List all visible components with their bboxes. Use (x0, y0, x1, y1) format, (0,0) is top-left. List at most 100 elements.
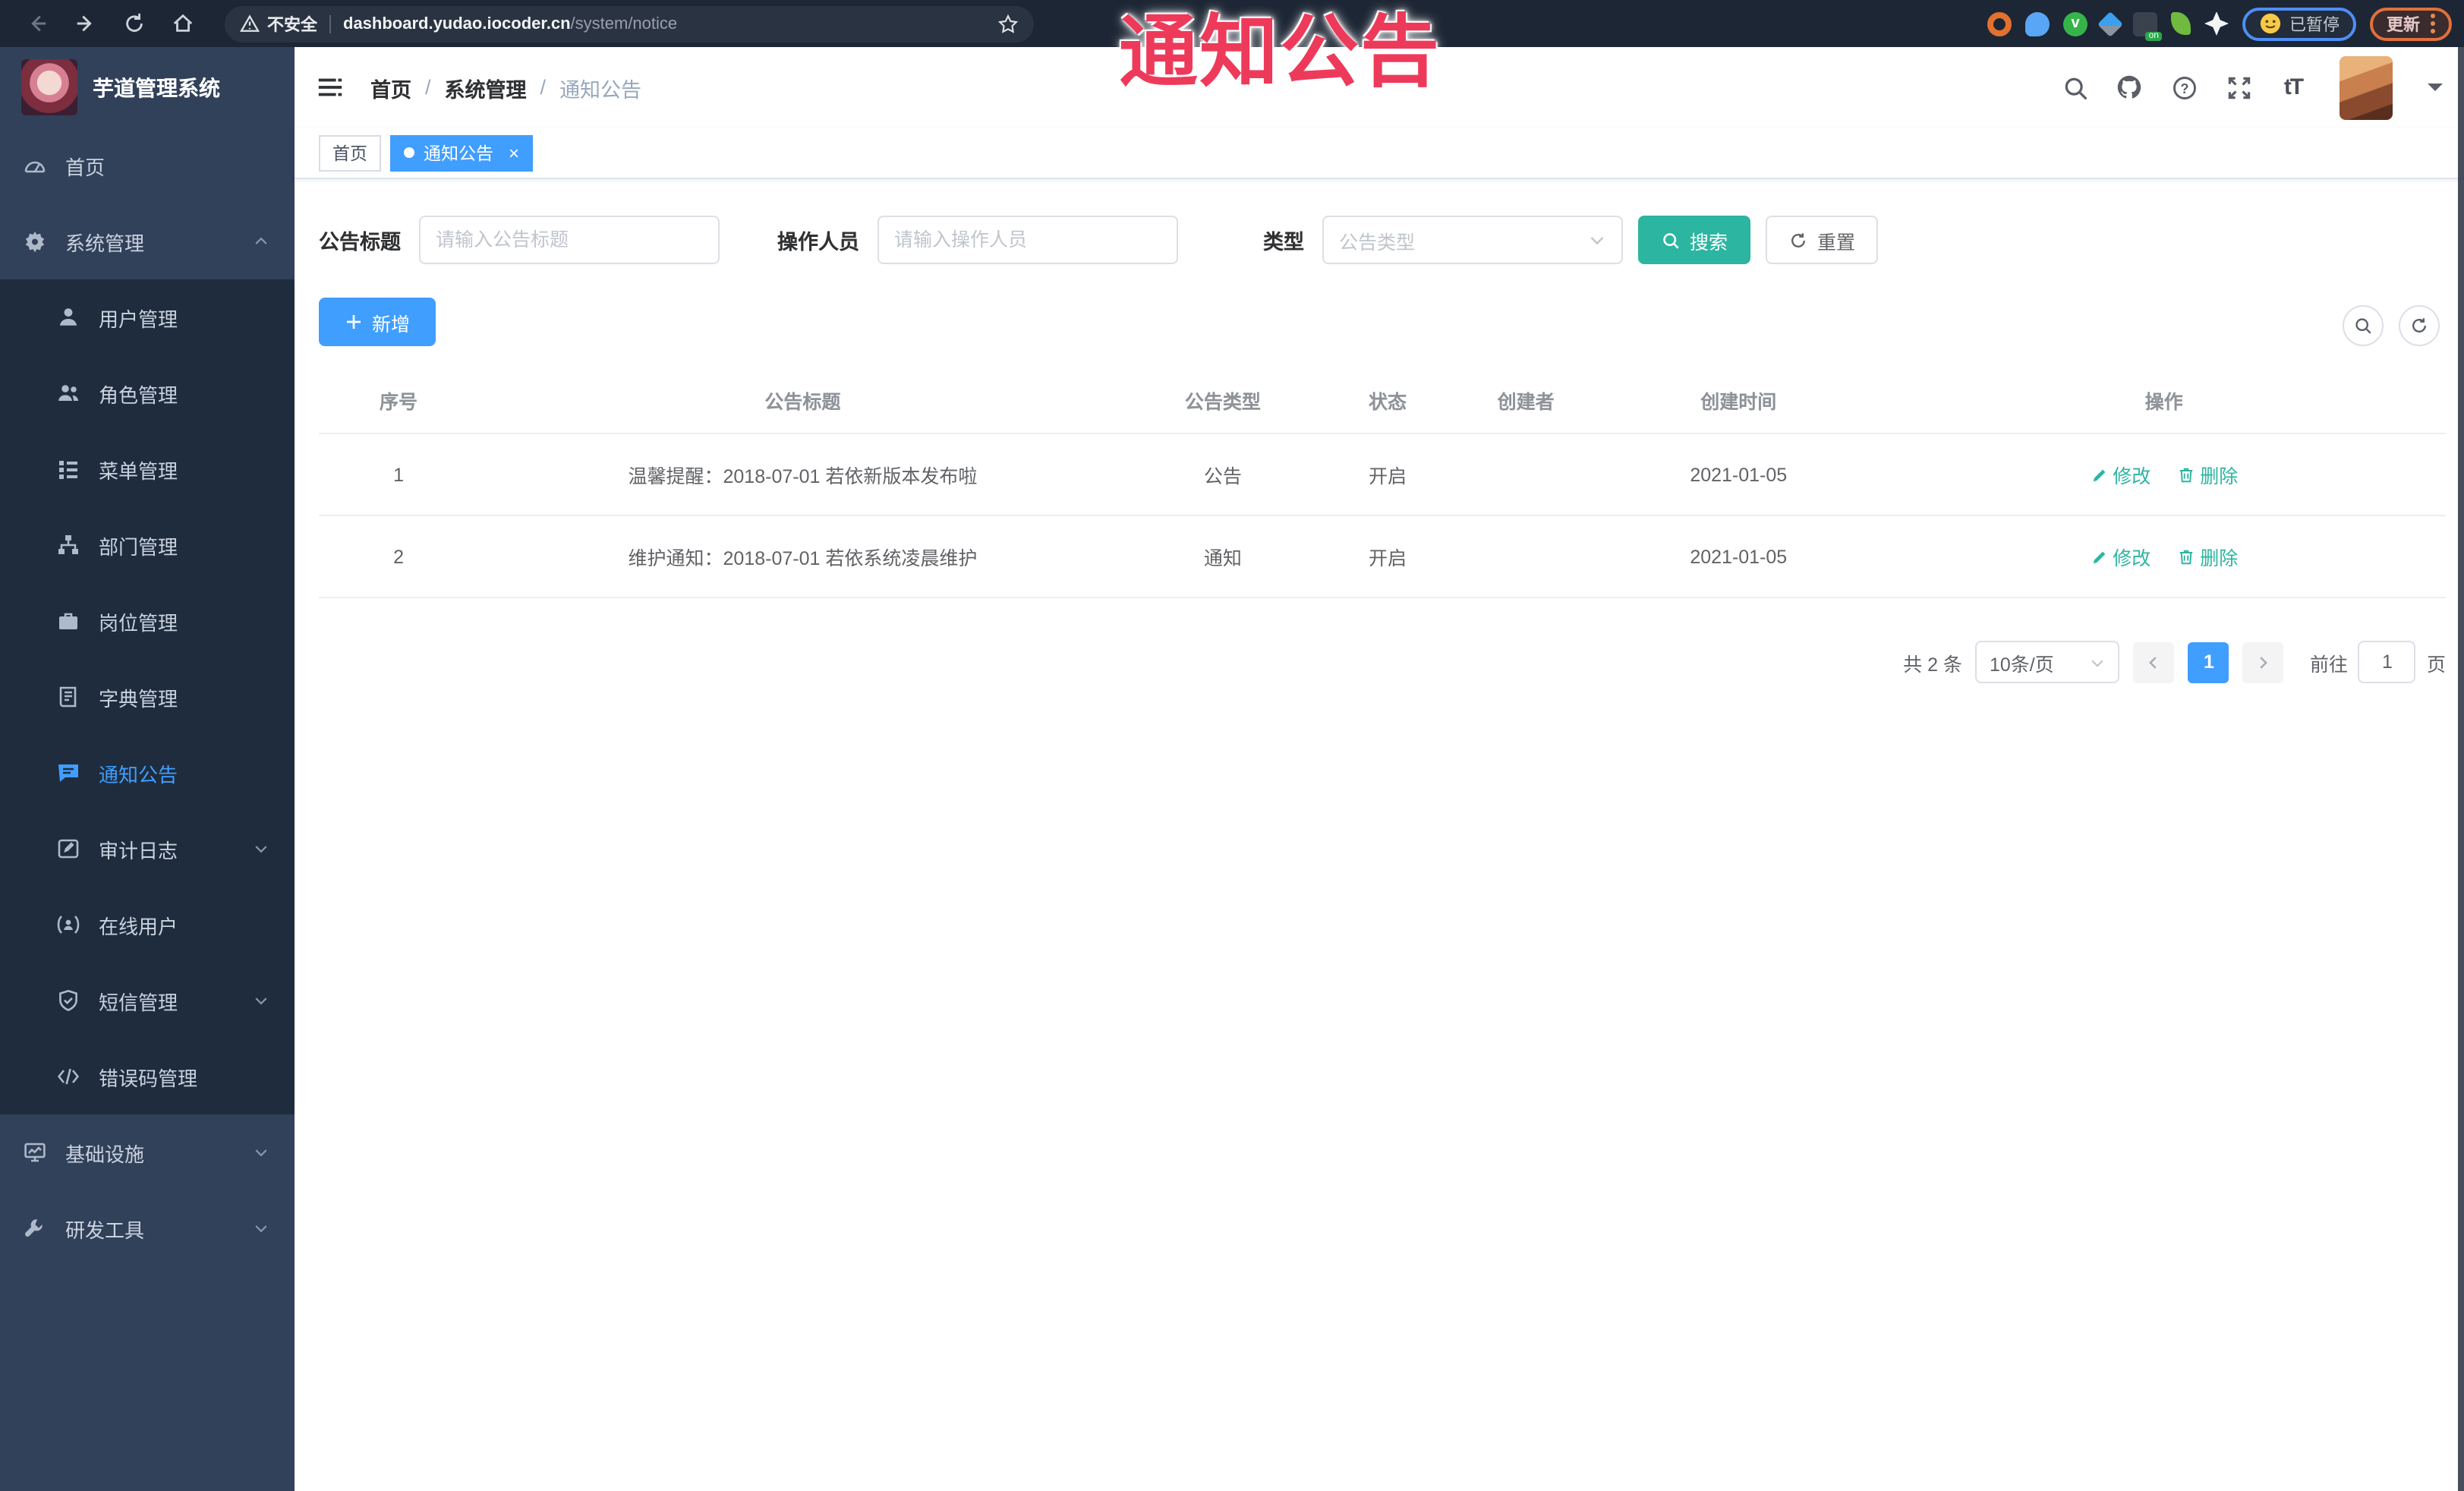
goto-page: 前往 页 (2310, 641, 2446, 683)
sidebar-item-角色管理[interactable]: 角色管理 (0, 355, 295, 431)
cell-status: 开启 (1318, 433, 1457, 515)
app-title: 芋道管理系统 (93, 75, 220, 99)
browser-chrome: 不安全 dashboard.yudao.iocoder.cn /system/n… (0, 0, 2464, 47)
delete-button[interactable]: 删除 (2177, 460, 2238, 489)
column-header-创建者: 创建者 (1497, 392, 1555, 413)
breadcrumb-home[interactable]: 首页 (370, 72, 411, 102)
edit-button[interactable]: 修改 (2090, 460, 2150, 489)
page-body: 公告标题 操作人员 类型 公告类型 搜索 (295, 179, 2464, 1491)
extension-diamond-icon[interactable] (2097, 11, 2123, 36)
sms-icon (55, 988, 80, 1013)
browser-scrollbar[interactable] (2458, 47, 2464, 1491)
org-icon (55, 532, 80, 558)
extension-dark-on-icon[interactable]: on (2133, 11, 2162, 40)
security-warning-icon[interactable] (240, 14, 260, 33)
address-bar[interactable]: 不安全 dashboard.yudao.iocoder.cn /system/n… (225, 5, 1034, 42)
notice-title-input[interactable] (419, 216, 720, 264)
sidebar-logo-row[interactable]: 芋道管理系统 (0, 47, 295, 128)
sidebar-item-菜单管理[interactable]: 菜单管理 (0, 431, 295, 507)
operator-input[interactable] (878, 216, 1178, 264)
toggle-search-icon[interactable] (2343, 305, 2384, 346)
cell-type: 公告 (1126, 433, 1319, 515)
browser-reload-icon[interactable] (117, 7, 150, 40)
goto-page-input[interactable] (2358, 641, 2416, 683)
dictionary-icon (55, 684, 80, 710)
github-icon[interactable] (2115, 73, 2144, 102)
url-path: /system/notice (570, 14, 678, 33)
breadcrumb-separator: / (425, 76, 431, 99)
sidebar-item-用户管理[interactable]: 用户管理 (0, 279, 295, 355)
browser-forward-icon[interactable] (68, 7, 102, 40)
chevron-down-icon (252, 1143, 270, 1162)
add-button[interactable]: 新增 (319, 298, 436, 346)
avatar[interactable] (2340, 55, 2393, 119)
cell-creator (1457, 433, 1596, 515)
column-header-公告标题: 公告标题 (764, 392, 841, 413)
cell-time: 2021-01-05 (1595, 515, 1883, 598)
cell-status: 开启 (1318, 515, 1457, 598)
sidebar-item-部门管理[interactable]: 部门管理 (0, 507, 295, 583)
total-count: 共 2 条 (1903, 654, 1962, 675)
next-page-button[interactable] (2242, 641, 2284, 682)
edit-button[interactable]: 修改 (2090, 542, 2150, 571)
sidebar-item-错误码管理[interactable]: 错误码管理 (0, 1039, 295, 1114)
menu-tree-icon (55, 456, 80, 482)
sidebar-item-字典管理[interactable]: 字典管理 (0, 659, 295, 735)
pagination: 共 2 条 10条/页 1 前往 1 页 (319, 641, 2446, 683)
sidebar-menu: 首页 系统管理 用户管理 角色管理 菜单管理 部门管理 岗位管理 字典管理 通知… (0, 128, 295, 1266)
close-icon[interactable]: × (509, 142, 519, 163)
profile-paused-pill[interactable]: 已暂停 (2242, 7, 2356, 40)
sidebar: 芋道管理系统 首页 系统管理 用户管理 角色管理 菜单管理 部门管理 岗位管理 … (0, 47, 295, 1491)
chevron-down-icon[interactable] (2428, 84, 2443, 99)
help-icon[interactable]: ? (2169, 73, 2198, 102)
table-row: 1 温馨提醒：2018-07-01 若依新版本发布啦 公告 开启 2021-01-05 修… (319, 433, 2446, 515)
sidebar-item-基础设施[interactable]: 基础设施 (0, 1114, 295, 1190)
browser-back-icon[interactable] (20, 7, 53, 40)
search-button[interactable]: 搜索 (1638, 216, 1751, 264)
emoji-face-icon (2259, 12, 2282, 35)
filter-operator-label: 操作人员 (777, 231, 859, 254)
font-size-icon[interactable]: tT (2279, 73, 2308, 102)
sidebar-item-研发工具[interactable]: 研发工具 (0, 1190, 295, 1266)
browser-menu-dots-icon[interactable] (2431, 14, 2435, 33)
cell-creator (1457, 515, 1596, 598)
page-size-select[interactable]: 10条/页 (1975, 641, 2120, 683)
sidebar-item-审计日志[interactable]: 审计日志 (0, 811, 295, 887)
app-header: 首页 / 系统管理 / 通知公告 ? tT (295, 47, 2464, 128)
browser-home-icon[interactable] (165, 7, 199, 40)
logo-image (21, 59, 77, 115)
extension-green-icon[interactable]: v (2063, 11, 2087, 36)
reset-button-label: 重置 (1817, 232, 1856, 253)
sidebar-item-在线用户[interactable]: 在线用户 (0, 887, 295, 963)
bookmark-star-icon[interactable] (997, 13, 1019, 34)
tag-首页[interactable]: 首页 (319, 134, 381, 171)
reset-button[interactable]: 重置 (1766, 216, 1879, 264)
dashboard-icon (21, 153, 47, 178)
delete-button[interactable]: 删除 (2177, 542, 2238, 571)
sidebar-item-系统管理[interactable]: 系统管理 (0, 203, 295, 279)
sidebar-collapse-icon[interactable] (316, 72, 346, 102)
extension-leaf-icon[interactable] (2171, 12, 2191, 35)
tag-通知公告[interactable]: 通知公告 × (390, 134, 534, 171)
cell-title: 温馨提醒：2018-07-01 若依新版本发布啦 (478, 433, 1127, 515)
sidebar-item-短信管理[interactable]: 短信管理 (0, 963, 295, 1039)
header-actions: ? tT (2060, 55, 2443, 119)
refresh-icon[interactable] (2399, 305, 2440, 346)
sidebar-item-岗位管理[interactable]: 岗位管理 (0, 583, 295, 659)
page-number-button[interactable]: 1 (2188, 641, 2229, 682)
extension-drop-icon[interactable] (2025, 11, 2050, 36)
add-button-label: 新增 (372, 314, 411, 335)
search-icon[interactable] (2060, 73, 2089, 102)
extension-orange-icon[interactable] (1987, 11, 2012, 36)
browser-update-button[interactable]: 更新 (2370, 7, 2452, 40)
prev-page-button[interactable] (2133, 641, 2175, 682)
sidebar-item-首页[interactable]: 首页 (0, 128, 295, 203)
chevron-down-icon (252, 991, 270, 1010)
extension-flower-icon[interactable] (2204, 11, 2229, 36)
app-window: 不安全 dashboard.yudao.iocoder.cn /system/n… (0, 0, 2464, 1491)
fullscreen-icon[interactable] (2224, 73, 2253, 102)
notice-type-select[interactable]: 公告类型 (1322, 216, 1623, 264)
breadcrumb-system[interactable]: 系统管理 (445, 72, 527, 102)
sidebar-item-通知公告[interactable]: 通知公告 (0, 735, 295, 811)
chevron-down-icon (1588, 231, 1606, 249)
